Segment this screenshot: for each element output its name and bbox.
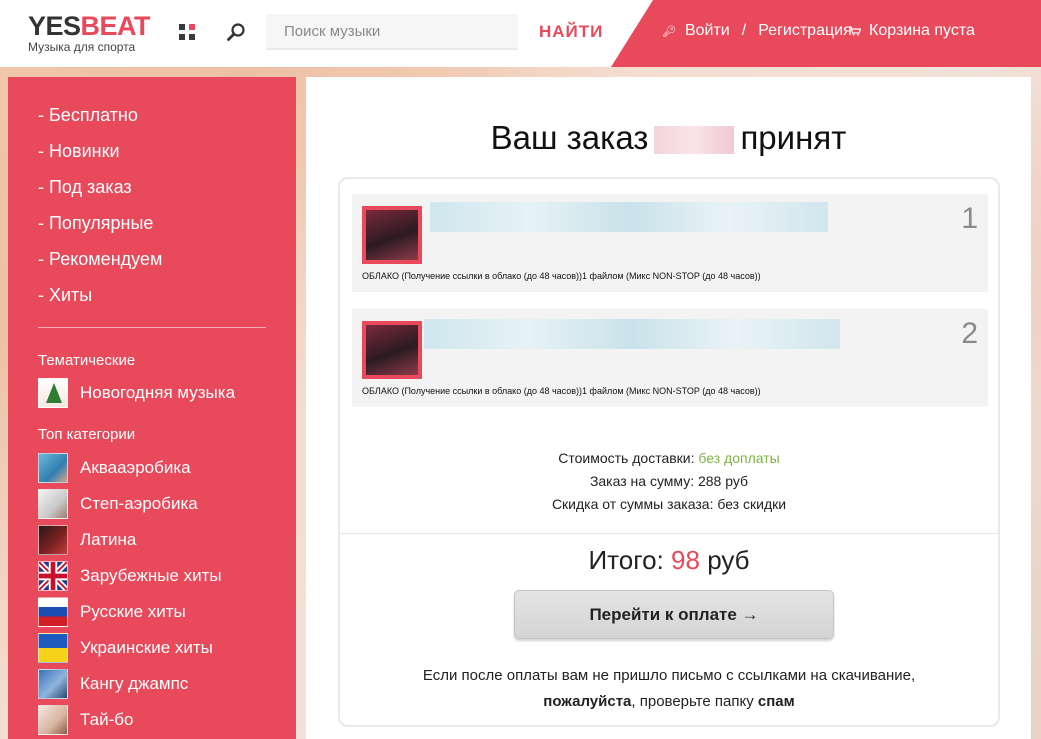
item-name-redacted — [430, 202, 828, 232]
sidebar-link-recommended[interactable]: - Рекомендуем — [38, 247, 162, 283]
key-icon: 🔑︎ — [662, 25, 676, 38]
item-number: 1 — [961, 202, 978, 235]
order-title-prefix: Ваш заказ — [490, 119, 649, 156]
delivery-label: Стоимость доставки: — [558, 450, 695, 466]
order-totals: Стоимость доставки: без доплаты Заказ на… — [340, 447, 998, 516]
category-step-aerobics[interactable]: Степ-аэробика — [38, 489, 198, 519]
category-kangoo-jumps[interactable]: Кангу джампс — [38, 669, 188, 699]
step-aerobics-thumb-icon — [38, 489, 68, 519]
order-title: Ваш заказ принят — [306, 119, 1031, 157]
order-total: Итого: 98 руб — [340, 545, 998, 576]
tae-bo-thumb-icon — [38, 705, 68, 735]
auth-links: 🔑︎ Войти / Регистрация — [662, 22, 852, 40]
category-foreign-hits[interactable]: Зарубежные хиты — [38, 561, 222, 591]
sidebar-divider — [38, 327, 266, 328]
grid-icon[interactable] — [179, 24, 195, 40]
latina-thumb-icon — [38, 525, 68, 555]
sidebar: - Бесплатно - Новинки - Под заказ - Попу… — [8, 77, 296, 739]
russia-flag-icon — [38, 597, 68, 627]
category-ukrainian-hits[interactable]: Украинские хиты — [38, 633, 213, 663]
sidebar-link-hits[interactable]: - Хиты — [38, 283, 162, 319]
category-russian-hits[interactable]: Русские хиты — [38, 597, 186, 627]
box-divider — [340, 533, 998, 534]
aqua-aerobics-thumb-icon — [38, 453, 68, 483]
proceed-to-payment-button[interactable]: Перейти к оплате → — [514, 590, 834, 639]
order-panel: Ваш заказ принят ОБЛАКО (Получение ссылки… — [306, 77, 1031, 739]
category-latina[interactable]: Латина — [38, 525, 136, 555]
cart[interactable]: Корзина пуста — [849, 22, 975, 40]
order-title-suffix: принят — [740, 119, 847, 156]
category-label: Латина — [80, 530, 137, 549]
sidebar-link-free[interactable]: - Бесплатно — [38, 103, 162, 139]
category-label: Русские хиты — [80, 602, 186, 621]
order-discount: Скидка от суммы заказа: без скидки — [551, 496, 787, 512]
notice-line-2: пожалуйста, проверьте папку спам — [340, 689, 998, 715]
cart-icon — [849, 26, 861, 36]
category-label: Степ-аэробика — [80, 494, 198, 513]
total-value: 98 — [671, 545, 700, 575]
item-name-redacted — [424, 319, 840, 349]
christmas-tree-icon — [38, 378, 68, 408]
cart-label: Корзина пуста — [869, 22, 975, 39]
thematic-heading: Тематические — [38, 352, 136, 369]
category-label: Зарубежные хиты — [80, 566, 222, 585]
ukraine-flag-icon — [38, 633, 68, 663]
category-label: Кангу джампс — [80, 674, 189, 693]
uk-flag-icon — [38, 561, 68, 591]
category-tae-bo[interactable]: Тай-бо — [38, 705, 133, 735]
order-summary-box: ОБЛАКО (Получение ссылки в облако (до 48… — [338, 177, 1000, 727]
category-label: Тай-бо — [80, 710, 134, 729]
category-new-year[interactable]: Новогодняя музыка — [38, 378, 235, 408]
payment-notice: Если после оплаты вам не пришло письмо с… — [340, 663, 998, 715]
header: YESBEAT Музыка для спорта НАЙТИ 🔑︎ Войти… — [0, 0, 1041, 67]
notice-middle: , проверьте папку — [631, 693, 754, 710]
notice-please: пожалуйста — [543, 693, 632, 710]
sidebar-link-custom[interactable]: - Под заказ — [38, 175, 162, 211]
notice-line-1: Если после оплаты вам не пришло письмо с… — [422, 667, 916, 684]
category-aqua-aerobics[interactable]: Аквааэробика — [38, 453, 191, 483]
item-description: ОБЛАКО (Получение ссылки в облако (до 48… — [362, 271, 761, 281]
sidebar-link-new[interactable]: - Новинки — [38, 139, 162, 175]
logo-yes: YES — [28, 11, 81, 41]
order-item: ОБЛАКО (Получение ссылки в облако (до 48… — [352, 309, 988, 407]
kangoo-jumps-thumb-icon — [38, 669, 68, 699]
search-icon[interactable] — [226, 22, 246, 42]
register-link[interactable]: Регистрация — [758, 22, 852, 40]
link-separator: / — [741, 22, 747, 39]
delivery-value: без доплаты — [698, 450, 780, 466]
logo-beat: BEAT — [80, 11, 151, 41]
album-cover-thumbnail[interactable] — [362, 321, 422, 379]
logo-subtitle: Музыка для спорта — [28, 40, 136, 54]
search-input[interactable] — [266, 14, 518, 50]
sidebar-link-popular[interactable]: - Популярные — [38, 211, 162, 247]
category-label: Украинские хиты — [80, 638, 213, 657]
album-cover-thumbnail[interactable] — [362, 206, 422, 264]
find-button[interactable]: НАЙТИ — [539, 22, 603, 42]
category-label: Новогодняя музыка — [80, 383, 236, 402]
order-number-redacted — [654, 126, 735, 155]
top-categories-heading: Топ категории — [38, 426, 136, 443]
item-description: ОБЛАКО (Получение ссылки в облако (до 48… — [362, 386, 761, 396]
order-item: ОБЛАКО (Получение ссылки в облако (до 48… — [352, 194, 988, 292]
login-link[interactable]: Войти — [685, 22, 730, 40]
order-sum: Заказ на сумму: 288 руб — [589, 473, 749, 489]
item-number: 2 — [961, 317, 978, 350]
notice-spam: спам — [757, 693, 795, 710]
category-label: Аквааэробика — [80, 458, 191, 477]
total-label: Итого: — [588, 545, 664, 575]
sidebar-main-links: - Бесплатно - Новинки - Под заказ - Попу… — [38, 103, 162, 319]
total-currency: руб — [707, 545, 750, 575]
logo[interactable]: YESBEAT Музыка для спорта — [28, 11, 151, 54]
delivery-cost: Стоимость доставки: без доплаты — [340, 447, 998, 470]
